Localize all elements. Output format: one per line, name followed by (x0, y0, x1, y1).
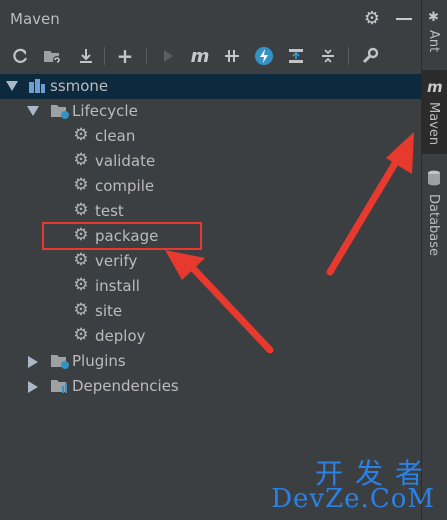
tree-row-goal[interactable]: ⚙ clean (0, 124, 421, 149)
tree-row-project[interactable]: ssmone (0, 74, 421, 99)
tree-row-goal[interactable]: ⚙ test (0, 199, 421, 224)
goal-gear-icon: ⚙ (73, 275, 89, 295)
skip-tests-icon[interactable] (220, 44, 244, 68)
goal-gear-icon: ⚙ (73, 125, 89, 145)
goal-gear-icon: ⚙ (73, 175, 89, 195)
tree-row-goal[interactable]: ⚙ verify (0, 249, 421, 274)
toolbar-separator (146, 47, 147, 65)
maven-m-icon[interactable]: m (188, 44, 212, 68)
panel-title: Maven (10, 10, 60, 28)
lifecycle-label: Lifecycle (72, 102, 138, 120)
sidebar-tab-label: Ant (426, 30, 441, 53)
sidebar-tab-ant[interactable]: ✱ Ant (422, 0, 447, 68)
maven-panel: Maven ⚙ + m ssmone Lifecycle ⚙ clean ⚙ v… (0, 0, 421, 520)
goal-label: verify (95, 252, 138, 270)
settings-gear-icon[interactable]: ⚙ (362, 9, 382, 29)
tree-row-goal[interactable]: ⚙ install (0, 274, 421, 299)
collapse-all-icon[interactable] (316, 44, 340, 68)
panel-title-bar: Maven ⚙ (0, 0, 421, 38)
goal-label: clean (95, 127, 136, 145)
goal-gear-icon: ⚙ (73, 300, 89, 320)
goal-label: validate (95, 152, 156, 170)
download-icon[interactable] (74, 44, 98, 68)
ant-icon: ✱ (428, 10, 439, 25)
goal-label: site (95, 302, 123, 320)
goal-label: test (95, 202, 124, 220)
maven-m-icon: m (427, 78, 443, 96)
watermark-bottom: DevZe.CoM (271, 484, 435, 514)
sidebar-tab-label: Database (426, 194, 441, 257)
expand-arrow-icon[interactable] (28, 381, 38, 393)
plugins-folder-icon (50, 353, 69, 369)
goal-label: compile (95, 177, 155, 195)
tree-row-goal[interactable]: ⚙ validate (0, 149, 421, 174)
lightning-icon[interactable] (252, 44, 276, 68)
site-watermark: 开发者 DevZe.CoM (271, 452, 439, 516)
database-icon (427, 170, 441, 190)
plugins-label: Plugins (72, 352, 126, 370)
package-highlight-box (42, 222, 202, 250)
show-dependencies-icon[interactable] (284, 44, 308, 68)
maven-project-icon (28, 78, 46, 93)
project-name: ssmone (50, 77, 109, 95)
expand-arrow-icon[interactable] (28, 356, 38, 368)
dependencies-folder-icon (50, 378, 68, 393)
sidebar-tab-label: Maven (426, 102, 441, 146)
toolbar-separator (348, 47, 349, 65)
maven-toolbar: + m (0, 40, 421, 72)
goal-gear-icon: ⚙ (73, 250, 89, 270)
sidebar-tab-maven[interactable]: m Maven (422, 70, 447, 154)
toolbar-separator (104, 47, 105, 65)
minimize-icon[interactable] (396, 18, 412, 20)
goal-gear-icon: ⚙ (73, 325, 89, 345)
tree-row-dependencies[interactable]: Dependencies (0, 374, 421, 399)
tree-row-goal[interactable]: ⚙ compile (0, 174, 421, 199)
goal-label: install (95, 277, 140, 295)
tree-row-goal[interactable]: ⚙ site (0, 299, 421, 324)
tree-row-plugins[interactable]: Plugins (0, 349, 421, 374)
add-folder-icon[interactable] (40, 44, 64, 68)
goal-gear-icon: ⚙ (73, 150, 89, 170)
run-icon[interactable] (156, 44, 180, 68)
expand-arrow-icon[interactable] (6, 81, 18, 91)
wrench-icon[interactable] (358, 44, 382, 68)
tree-row-goal[interactable]: ⚙ deploy (0, 324, 421, 349)
plus-icon[interactable]: + (113, 44, 137, 68)
tree-row-lifecycle[interactable]: Lifecycle (0, 99, 421, 124)
reload-icon[interactable] (8, 44, 32, 68)
goal-gear-icon: ⚙ (73, 200, 89, 220)
sidebar-tab-database[interactable]: Database (422, 160, 447, 260)
right-tool-sidebar: ✱ Ant m Maven Database (421, 0, 447, 520)
dependencies-label: Dependencies (72, 377, 179, 395)
goal-label: deploy (95, 327, 146, 345)
lifecycle-folder-icon (50, 103, 69, 119)
expand-arrow-icon[interactable] (27, 106, 39, 116)
